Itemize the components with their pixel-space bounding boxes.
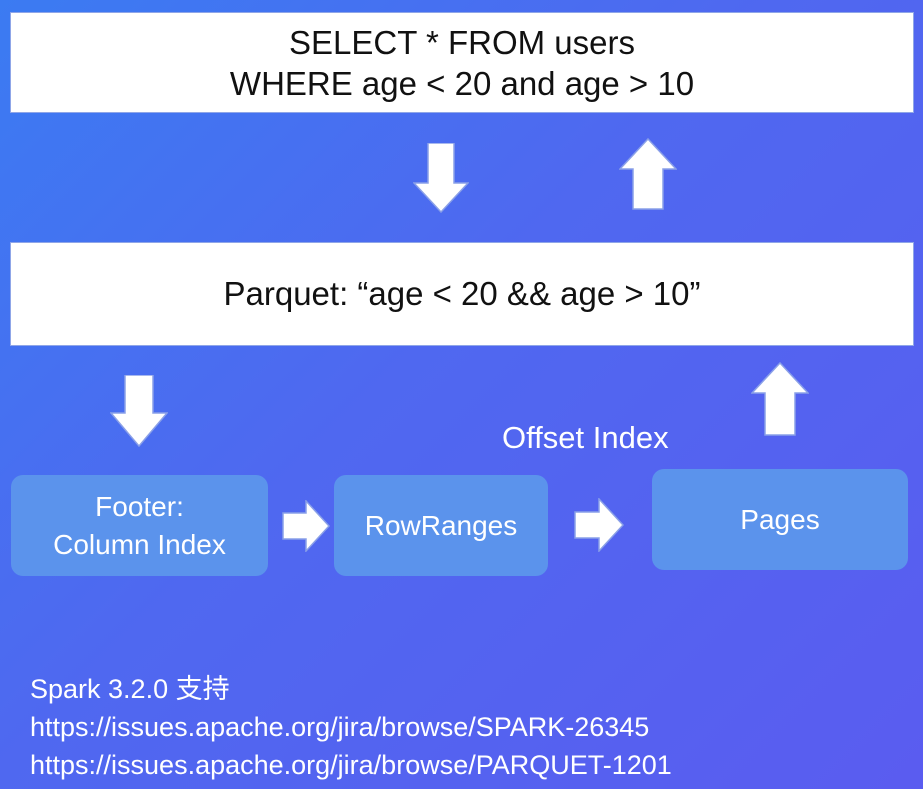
spark-jira-link[interactable]: https://issues.apache.org/jira/browse/SP… [30,708,672,746]
footer-column-index-box: Footer: Column Index [11,475,268,576]
arrow-up-icon [751,362,809,436]
footer-box-line-1: Footer: [95,490,184,522]
arrow-right-icon [574,498,624,552]
pages-box: Pages [652,469,908,570]
parquet-filter-text: Parquet: “age < 20 && age > 10” [223,275,701,312]
sql-query-line-1: SELECT * FROM users [289,23,635,61]
arrow-right-icon [282,500,330,552]
parquet-filter-box: Parquet: “age < 20 && age > 10” [10,242,914,346]
footer-box-line-2: Column Index [53,528,226,560]
arrow-down-icon [110,375,168,447]
notes: Spark 3.2.0 支持 https://issues.apache.org… [30,670,672,784]
rowranges-label: RowRanges [364,509,518,541]
parquet-jira-link[interactable]: https://issues.apache.org/jira/browse/PA… [30,746,672,784]
offset-index-label: Offset Index [502,420,669,455]
arrow-up-icon [619,138,677,210]
sql-query-line-2: WHERE age < 20 and age > 10 [229,64,695,102]
pages-label: Pages [740,503,820,535]
spark-version-note: Spark 3.2.0 支持 [30,674,230,704]
rowranges-box: RowRanges [334,475,548,576]
arrow-down-icon [413,143,469,213]
sql-query-box: SELECT * FROM users WHERE age < 20 and a… [10,12,914,113]
